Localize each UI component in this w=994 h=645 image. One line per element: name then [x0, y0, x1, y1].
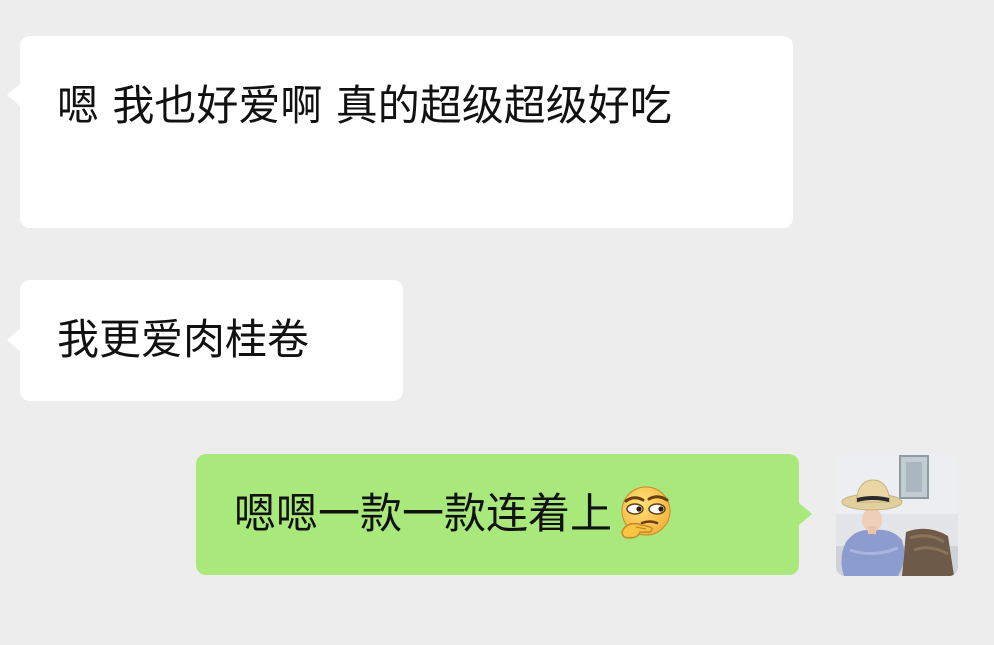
message-text: 我更爱肉桂卷 [57, 315, 310, 364]
message-text: 嗯嗯一款一款连着上 [234, 489, 613, 538]
message-text: 嗯 我也好爱啊 真的超级超级好吃 [57, 81, 672, 130]
message-bubble-outgoing[interactable]: 嗯嗯一款一款连着上 [196, 454, 812, 575]
bubble-tail [7, 84, 20, 106]
message-bubble-incoming[interactable]: 我更爱肉桂卷 [7, 280, 403, 401]
bubble-tail [799, 503, 812, 525]
message-bubble-incoming[interactable]: 嗯 我也好爱啊 真的超级超级好吃 [7, 36, 793, 228]
user-avatar[interactable] [836, 454, 958, 576]
thinking-face-icon [616, 482, 676, 542]
bubble-tail [7, 329, 20, 351]
